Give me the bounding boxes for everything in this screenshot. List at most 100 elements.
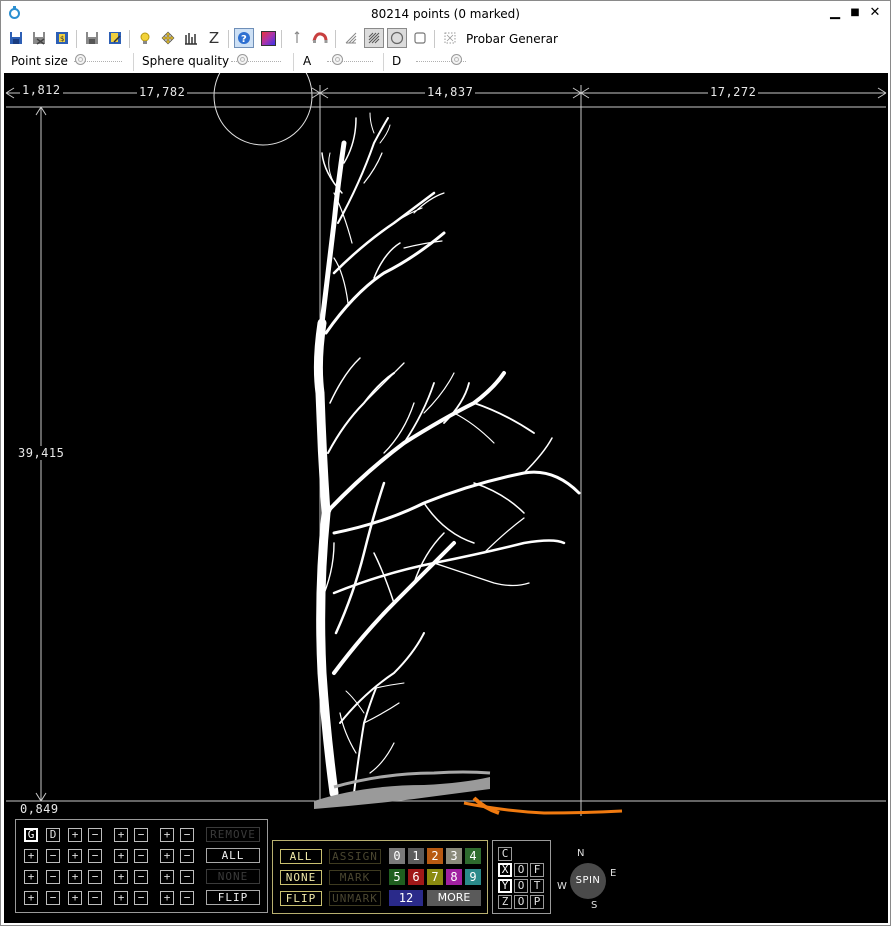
group-remove-button[interactable]: −	[88, 828, 102, 842]
select-all-button[interactable]: ALL	[206, 848, 260, 863]
minimize-button[interactable]: ▁	[828, 6, 842, 20]
group-d-button[interactable]: D	[46, 828, 60, 842]
view-z-button[interactable]: Z	[498, 895, 512, 909]
move-button[interactable]	[158, 28, 178, 48]
help-button[interactable]: ?	[234, 28, 254, 48]
magnet-button[interactable]	[310, 28, 330, 48]
group-add-button[interactable]: +	[160, 870, 174, 884]
group-add-button[interactable]: +	[24, 891, 38, 905]
mark-flip-button[interactable]: FLIP	[280, 891, 322, 906]
group-add-button[interactable]: +	[160, 891, 174, 905]
group-add-button[interactable]: +	[114, 849, 128, 863]
close-button[interactable]: ✕	[868, 6, 882, 20]
group-remove-button[interactable]: −	[180, 828, 194, 842]
group-add-button[interactable]: +	[68, 870, 82, 884]
class-3-button[interactable]: 3	[446, 848, 462, 864]
class-6-button[interactable]: 6	[408, 869, 424, 885]
view-x-o-button[interactable]: O	[514, 863, 528, 877]
pointer-button[interactable]	[287, 28, 307, 48]
histogram-icon	[185, 33, 197, 45]
class-7-button[interactable]: 7	[427, 869, 443, 885]
tree-point-cloud	[313, 112, 581, 798]
group-g-button[interactable]: G	[24, 828, 38, 842]
mark-all-button[interactable]: ALL	[280, 849, 322, 864]
z-axis-button[interactable]: Z	[204, 28, 224, 48]
class-8-button[interactable]: 8	[446, 869, 462, 885]
a-slider[interactable]	[332, 54, 343, 65]
help-icon: ?	[238, 32, 250, 45]
class-9-button[interactable]: 9	[465, 869, 481, 885]
group-add-button[interactable]: +	[160, 828, 174, 842]
group-add-button[interactable]: +	[68, 849, 82, 863]
group-remove-button[interactable]: −	[180, 891, 194, 905]
group-add-button[interactable]: +	[68, 828, 82, 842]
unmark-button[interactable]: UNMARK	[329, 891, 381, 906]
view-y-button[interactable]: Y	[498, 879, 512, 893]
point-cloud-viewport[interactable]: 1,812 17,782 14,837 17,272 39,415 0,849 …	[4, 73, 888, 923]
square-select-button[interactable]	[410, 28, 430, 48]
group-add-button[interactable]: +	[68, 891, 82, 905]
export-button[interactable]: $	[52, 28, 72, 48]
brush-button[interactable]	[364, 28, 384, 48]
dimension-label-height: 39,415	[16, 446, 67, 460]
view-z-o-button[interactable]: O	[514, 895, 528, 909]
histogram-button[interactable]	[181, 28, 201, 48]
grid-button[interactable]	[440, 28, 460, 48]
sphere-quality-slider[interactable]	[237, 54, 248, 65]
group-remove-button[interactable]: −	[134, 870, 148, 884]
export-icon: $	[56, 32, 68, 44]
class-2-button[interactable]: 2	[427, 848, 443, 864]
group-add-button[interactable]: +	[24, 870, 38, 884]
d-slider[interactable]	[451, 54, 462, 65]
class-5-button[interactable]: 5	[389, 869, 405, 885]
group-remove-button[interactable]: −	[134, 849, 148, 863]
view-top-button[interactable]: T	[530, 879, 544, 893]
group-add-button[interactable]: +	[160, 849, 174, 863]
group-remove-button[interactable]: −	[46, 849, 60, 863]
view-front-button[interactable]: F	[530, 863, 544, 877]
group-remove-button[interactable]: −	[88, 849, 102, 863]
lasso-button[interactable]	[341, 28, 361, 48]
class-12-button[interactable]: 12	[389, 890, 423, 906]
class-0-button[interactable]: 0	[389, 848, 405, 864]
save-as-button[interactable]	[29, 28, 49, 48]
view-c-button[interactable]: C	[498, 847, 512, 861]
group-remove-button[interactable]: −	[134, 891, 148, 905]
group-add-button[interactable]: +	[114, 870, 128, 884]
select-none-button[interactable]: NONE	[206, 869, 260, 884]
point-size-slider[interactable]	[75, 54, 86, 65]
group-remove-button[interactable]: −	[180, 849, 194, 863]
group-add-button[interactable]: +	[114, 891, 128, 905]
circle-select-button[interactable]	[387, 28, 407, 48]
group-remove-button[interactable]: −	[88, 870, 102, 884]
save-button[interactable]	[6, 28, 26, 48]
color-gradient-button[interactable]	[258, 28, 278, 48]
maximize-button[interactable]: ■	[848, 6, 862, 20]
group-remove-button[interactable]: −	[88, 891, 102, 905]
group-remove-button[interactable]: −	[46, 870, 60, 884]
remove-button[interactable]: REMOVE	[206, 827, 260, 842]
class-1-button[interactable]: 1	[408, 848, 424, 864]
group-remove-button[interactable]: −	[180, 870, 194, 884]
group-remove-button[interactable]: −	[134, 828, 148, 842]
mark-none-button[interactable]: NONE	[280, 870, 322, 885]
view-perspective-button[interactable]: P	[530, 895, 544, 909]
sphere-quality-label: Sphere quality	[142, 54, 230, 68]
group-add-button[interactable]: +	[114, 828, 128, 842]
flip-selection-button[interactable]: FLIP	[206, 890, 260, 905]
disk-edit-button[interactable]	[105, 28, 125, 48]
view-x-button[interactable]: X	[498, 863, 512, 877]
more-classes-button[interactable]: MORE	[427, 890, 481, 906]
assign-button[interactable]: ASSIGN	[329, 849, 381, 864]
generar-button[interactable]: Generar	[509, 32, 558, 46]
view-y-o-button[interactable]: O	[514, 879, 528, 893]
light-button[interactable]	[135, 28, 155, 48]
group-remove-button[interactable]: −	[46, 891, 60, 905]
mark-button[interactable]: MARK	[329, 870, 381, 885]
disk-button[interactable]	[82, 28, 102, 48]
group-add-button[interactable]: +	[24, 849, 38, 863]
class-4-button[interactable]: 4	[465, 848, 481, 864]
probar-button[interactable]: Probar	[466, 32, 505, 46]
spin-button[interactable]: SPIN	[570, 863, 606, 899]
save-icon	[10, 32, 22, 44]
